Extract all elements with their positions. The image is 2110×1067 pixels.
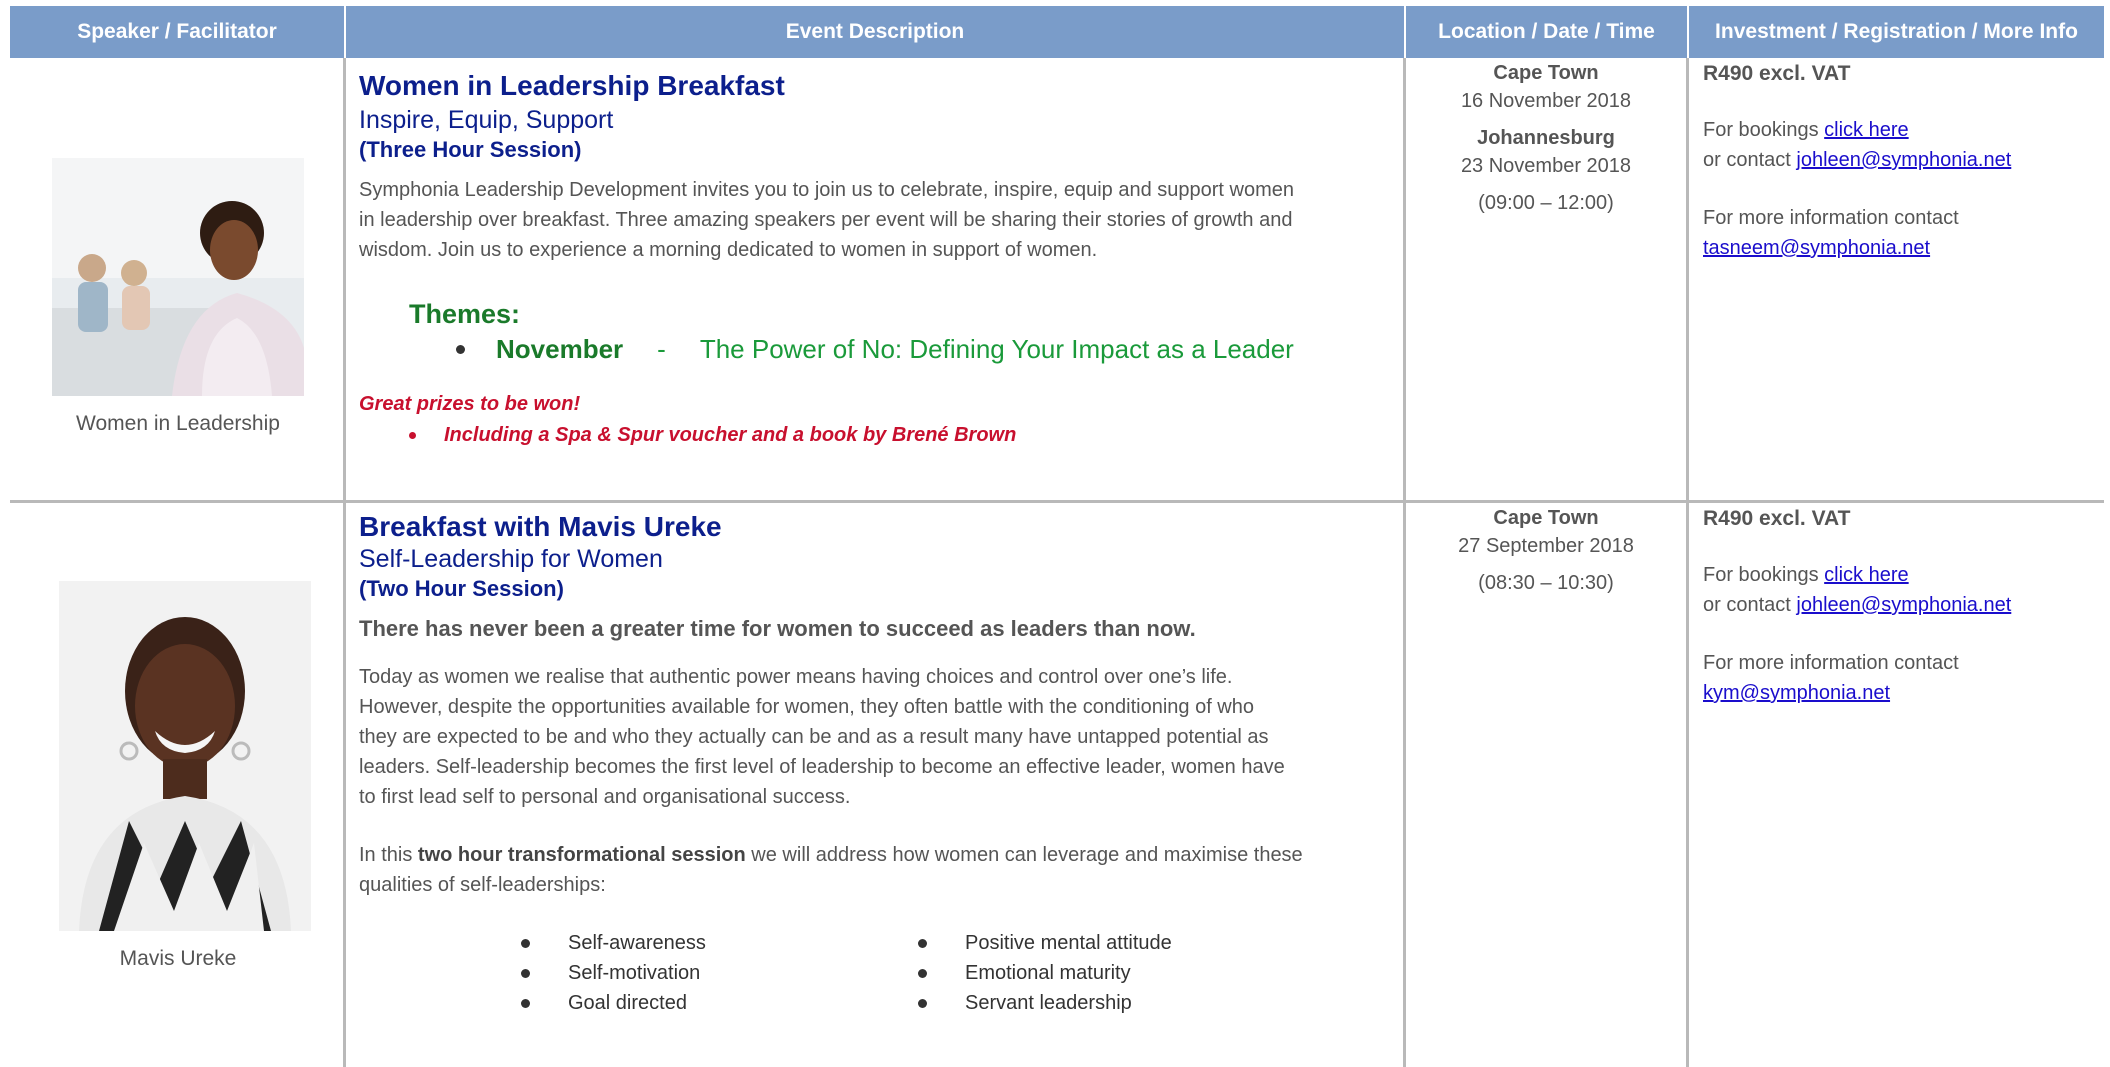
women-in-leadership-photo: [52, 158, 304, 396]
more-info-label: For more information contact: [1703, 652, 1959, 674]
location-city: Johannesburg: [1477, 127, 1615, 149]
speaker-cell: Mavis Ureke: [10, 503, 346, 1067]
description-line: Today as women we realise that authentic…: [359, 666, 1233, 688]
location-date: 23 November 2018: [1460, 155, 1632, 177]
description-line: they are expected to be and who they act…: [359, 726, 1269, 748]
description-line: to first lead self to personal and organ…: [359, 786, 851, 808]
header-location: Location / Date / Time: [1406, 6, 1689, 58]
description-line: in leadership over breakfast. Three amaz…: [359, 209, 1293, 231]
description-line: leaders. Self-leadership becomes the fir…: [359, 756, 1285, 778]
event-session-length: (Three Hour Session): [359, 137, 582, 162]
list-item: Emotional maturity: [918, 958, 1172, 988]
event-description-cell: Women in Leadership Breakfast Inspire, E…: [346, 58, 1406, 500]
list-item: Self-motivation: [521, 958, 918, 988]
contact-line: or contact johleen@symphonia.net: [1703, 145, 2104, 175]
price: R490 excl. VAT: [1703, 507, 1851, 530]
quality-text: Self-motivation: [568, 961, 701, 984]
quality-text: Positive mental attitude: [965, 931, 1172, 954]
location-city: Cape Town: [1493, 62, 1599, 84]
list-item: Positive mental attitude: [918, 928, 1172, 958]
description-line: However, despite the opportunities avail…: [359, 696, 1254, 718]
event-time: (09:00 – 12:00): [1478, 192, 1614, 214]
list-item: Self-awareness: [521, 928, 918, 958]
location-cell: Cape Town 27 September 2018 (08:30 – 10:…: [1406, 503, 1689, 1067]
bullet-icon: [521, 968, 530, 978]
event-time: (08:30 – 10:30): [1478, 572, 1614, 594]
prize-heading: Great prizes to be won!: [359, 393, 581, 415]
theme-dash: -: [657, 334, 666, 364]
bullet-icon: [918, 998, 927, 1008]
qualities-list: Self-awareness Self-motivation Goal dire…: [359, 928, 1403, 1018]
header-speaker: Speaker / Facilitator: [10, 6, 346, 58]
quality-text: Self-awareness: [568, 931, 706, 954]
prize-text: Including a Spa & Spur voucher and a boo…: [444, 424, 1017, 446]
event-description: Symphonia Leadership Development invites…: [359, 175, 1403, 265]
event-title: Breakfast with Mavis Ureke: [359, 511, 722, 542]
location-date: 16 November 2018: [1460, 90, 1632, 112]
qualities-left: Self-awareness Self-motivation Goal dire…: [521, 928, 918, 1018]
session-intro-bold: two hour transformational session: [417, 844, 746, 866]
speaker-caption: Women in Leadership: [76, 412, 280, 435]
session-intro: In this two hour transformational sessio…: [359, 840, 1403, 870]
bookings-link[interactable]: click here: [1824, 564, 1908, 586]
session-intro-line2: qualities of self-leaderships:: [359, 874, 606, 896]
session-intro-prefix: In this: [359, 844, 418, 866]
events-page: Speaker / Facilitator Event Description …: [0, 0, 2110, 1067]
event-title: Women in Leadership Breakfast: [359, 70, 785, 101]
theme-text: The Power of No: Defining Your Impact as…: [699, 334, 1294, 364]
quality-text: Goal directed: [568, 991, 687, 1014]
more-info-email-link[interactable]: kym@symphonia.net: [1703, 682, 1890, 704]
contact-line: or contact johleen@symphonia.net: [1703, 590, 2104, 620]
contact-label: or contact: [1703, 149, 1797, 171]
price: R490 excl. VAT: [1703, 62, 1851, 85]
themes-heading: Themes:: [409, 299, 521, 329]
bookings-label: For bookings: [1703, 564, 1825, 586]
prize-item: Including a Spa & Spur voucher and a boo…: [409, 424, 1403, 447]
event-session-length: (Two Hour Session): [359, 576, 564, 601]
table-row: Mavis Ureke Breakfast with Mavis Ureke S…: [10, 500, 2104, 1067]
investment-cell: R490 excl. VAT For bookings click here o…: [1689, 503, 2104, 1067]
bullet-icon: [521, 938, 530, 948]
investment-cell: R490 excl. VAT For bookings click here o…: [1689, 58, 2104, 500]
header-investment: Investment / Registration / More Info: [1715, 20, 2078, 43]
header-description: Event Description: [346, 6, 1406, 58]
event-description-cell: Breakfast with Mavis Ureke Self-Leadersh…: [346, 503, 1406, 1067]
bullet-icon: [409, 432, 416, 439]
mavis-ureke-photo: [59, 581, 311, 931]
quality-text: Servant leadership: [965, 991, 1132, 1014]
speaker-caption: Mavis Ureke: [119, 947, 237, 970]
bullet-icon: [918, 938, 927, 948]
table-header: Speaker / Facilitator Event Description …: [10, 6, 2104, 58]
bookings-line: For bookings click here: [1703, 560, 2104, 590]
bookings-link[interactable]: click here: [1824, 119, 1908, 141]
speaker-cell: Women in Leadership: [10, 58, 346, 500]
list-item: Goal directed: [521, 988, 918, 1018]
quality-text: Emotional maturity: [965, 961, 1131, 984]
event-description: Today as women we realise that authentic…: [359, 662, 1403, 812]
bullet-icon: [918, 968, 927, 978]
bookings-line: For bookings click here: [1703, 115, 2104, 145]
location-cell: Cape Town 16 November 2018 Johannesburg …: [1406, 58, 1689, 500]
list-item: Servant leadership: [918, 988, 1172, 1018]
qualities-right: Positive mental attitude Emotional matur…: [918, 928, 1172, 1018]
description-line: Symphonia Leadership Development invites…: [359, 179, 1294, 201]
contact-email-link[interactable]: johleen@symphonia.net: [1796, 149, 2011, 171]
bullet-icon: [521, 998, 530, 1008]
description-line: wisdom. Join us to experience a morning …: [359, 239, 1098, 261]
event-lead: There has never been a greater time for …: [359, 616, 1196, 641]
theme-month: November: [496, 334, 624, 364]
location-city: Cape Town: [1493, 507, 1599, 529]
more-info-email-link[interactable]: tasneem@symphonia.net: [1703, 237, 1930, 259]
contact-email-link[interactable]: johleen@symphonia.net: [1796, 594, 2011, 616]
bookings-label: For bookings: [1703, 119, 1825, 141]
contact-label: or contact: [1703, 594, 1797, 616]
bullet-icon: [456, 345, 465, 354]
session-intro-suffix: we will address how women can leverage a…: [745, 844, 1303, 866]
location-date: 27 September 2018: [1458, 535, 1634, 557]
theme-item: November - The Power of No: Defining You…: [456, 334, 1403, 365]
more-info-label: For more information contact: [1703, 207, 1959, 229]
event-subtitle: Self-Leadership for Women: [359, 545, 663, 573]
table-row: Women in Leadership Women in Leadership …: [10, 58, 2104, 500]
event-subtitle: Inspire, Equip, Support: [359, 106, 614, 134]
